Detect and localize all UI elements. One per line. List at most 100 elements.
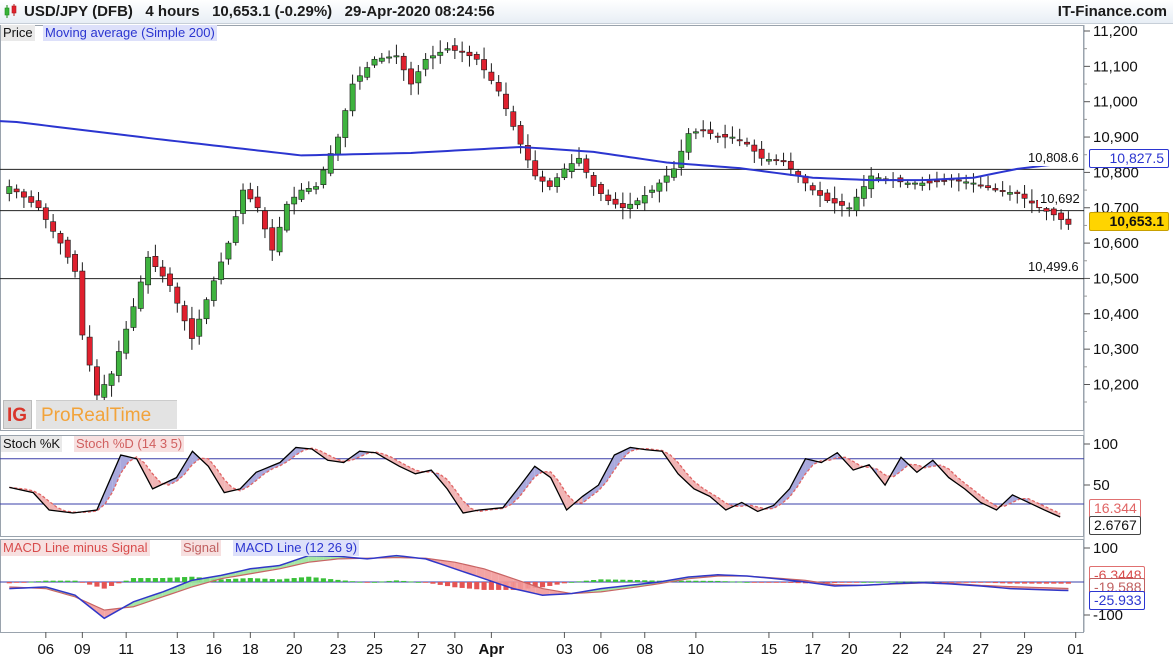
macd-histogram-bar bbox=[35, 581, 42, 583]
candle-down bbox=[408, 68, 414, 85]
macd-histogram-bar bbox=[978, 582, 984, 583]
macd-histogram-bar bbox=[985, 582, 991, 583]
candle-down bbox=[86, 336, 93, 366]
candle-up bbox=[692, 131, 699, 134]
stoch-fill bbox=[566, 493, 575, 510]
macd-histogram-bar bbox=[890, 581, 896, 583]
macd-histogram-bar bbox=[948, 582, 955, 583]
candle-down bbox=[174, 286, 181, 304]
candle-down bbox=[167, 273, 173, 286]
macd-histogram-bar bbox=[14, 582, 20, 583]
macd-histogram-bar bbox=[255, 578, 261, 582]
x-tick-label: 11 bbox=[118, 641, 134, 658]
candle-up bbox=[576, 157, 582, 164]
candle-down bbox=[1050, 208, 1057, 216]
candle-down bbox=[495, 82, 502, 92]
macd-histogram-bar bbox=[1051, 582, 1057, 584]
candle-down bbox=[926, 180, 933, 184]
macd-histogram-bar bbox=[832, 582, 838, 584]
macd-histogram-bar bbox=[854, 582, 860, 583]
x-tick-label: 09 bbox=[74, 641, 91, 658]
candle-down bbox=[714, 135, 721, 138]
macd-histogram-bar bbox=[474, 582, 480, 590]
candle-down bbox=[1065, 218, 1072, 225]
legend-macd-line: MACD Line (12 26 9) bbox=[233, 540, 360, 556]
candle-up bbox=[378, 57, 385, 62]
candle-up bbox=[671, 168, 677, 178]
candle-up bbox=[868, 175, 875, 190]
macd-histogram-bar bbox=[956, 582, 962, 583]
candle-up bbox=[232, 216, 239, 243]
candle-up bbox=[685, 133, 692, 153]
macd-histogram-bar bbox=[1000, 582, 1006, 584]
candle-up bbox=[225, 242, 232, 260]
candle-down bbox=[583, 158, 590, 173]
macd-histogram-bar bbox=[247, 578, 253, 582]
candle-up bbox=[283, 203, 290, 231]
price-tick-label: 10,300 bbox=[1093, 341, 1139, 358]
macd-tick-label: 100 bbox=[1093, 540, 1118, 557]
candle-up bbox=[218, 261, 225, 280]
legend-moving-average: Moving average (Simple 200) bbox=[43, 25, 217, 41]
macd-histogram-bar bbox=[1022, 582, 1028, 584]
candle-down bbox=[72, 254, 78, 272]
macd-histogram-bar bbox=[444, 582, 451, 587]
macd-histogram-bar bbox=[576, 581, 582, 583]
macd-histogram-bar bbox=[167, 577, 173, 582]
candle-up bbox=[196, 318, 203, 337]
macd-histogram-bar bbox=[1043, 582, 1050, 584]
candle-down bbox=[247, 189, 254, 200]
candle-down bbox=[773, 159, 780, 162]
candle-up bbox=[327, 153, 334, 174]
candle-up bbox=[364, 67, 371, 78]
candle-up bbox=[627, 203, 634, 209]
legend-macd-histogram: MACD Line minus Signal bbox=[1, 540, 150, 556]
macd-histogram-bar bbox=[371, 582, 378, 583]
price-panel-frame bbox=[0, 25, 1084, 431]
candle-up bbox=[963, 181, 970, 184]
macd-histogram-bar bbox=[466, 582, 473, 589]
macd-histogram-bar bbox=[488, 582, 494, 590]
x-tick-label: 23 bbox=[330, 641, 347, 658]
candle-up bbox=[137, 281, 144, 309]
macd-histogram-bar bbox=[1029, 582, 1035, 584]
candle-up bbox=[145, 256, 152, 286]
x-tick-label: 22 bbox=[892, 641, 909, 658]
candle-down bbox=[539, 176, 546, 182]
macd-histogram-bar bbox=[839, 582, 845, 583]
candle-down bbox=[400, 55, 407, 71]
x-tick-label: Apr bbox=[478, 641, 504, 658]
macd-histogram-bar bbox=[298, 577, 305, 582]
chart-window: USD/JPY (DFB) 4 hours 10,653.1 (-0.29%) … bbox=[0, 0, 1173, 660]
candle-down bbox=[28, 196, 35, 203]
macd-histogram-bar bbox=[320, 578, 326, 582]
macd-histogram-bar bbox=[642, 580, 648, 582]
macd-histogram-bar bbox=[138, 578, 144, 582]
candle-down bbox=[933, 180, 940, 183]
macd-histogram-bar bbox=[269, 579, 275, 582]
macd-histogram-bar bbox=[386, 580, 392, 582]
price-tick-label: 10,400 bbox=[1093, 306, 1139, 323]
macd-histogram-bar bbox=[342, 580, 348, 582]
macd-histogram-bar bbox=[94, 582, 100, 587]
candle-down bbox=[612, 198, 619, 205]
x-tick-label: 06 bbox=[593, 641, 610, 658]
candle-down bbox=[159, 266, 166, 277]
macd-histogram-bar bbox=[861, 582, 867, 583]
macd-histogram-bar bbox=[788, 582, 794, 583]
candle-up bbox=[641, 195, 648, 204]
candle-down bbox=[1028, 200, 1035, 204]
stoch-fill bbox=[526, 466, 535, 488]
candle-down bbox=[473, 54, 480, 60]
candle-down bbox=[20, 191, 27, 198]
candle-up bbox=[663, 175, 670, 183]
macd-histogram-bar bbox=[430, 582, 436, 584]
candle-up bbox=[678, 150, 685, 168]
ma-value-badge: 10,827.5 bbox=[1089, 149, 1169, 168]
candle-down bbox=[57, 233, 64, 244]
candle-up bbox=[335, 136, 341, 155]
macd-histogram-bar bbox=[569, 582, 575, 583]
candle-down bbox=[1058, 212, 1065, 220]
macd-histogram-bar bbox=[693, 580, 699, 582]
x-tick-label: 25 bbox=[366, 641, 383, 658]
